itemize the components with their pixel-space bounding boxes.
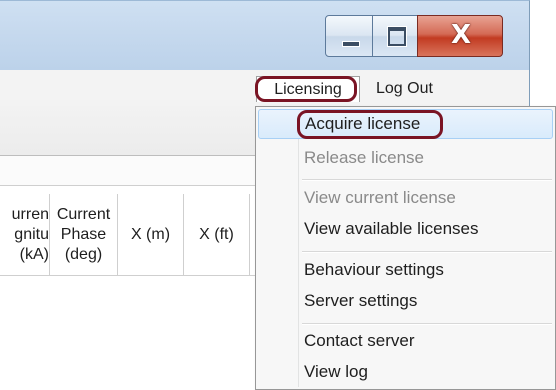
close-icon: X — [450, 20, 472, 50]
menu-bar: Licensing Log Out — [0, 70, 530, 106]
menu-item-contact-server[interactable]: Contact server — [258, 326, 553, 356]
minimize-icon — [342, 41, 360, 47]
menu-item-server-settings[interactable]: Server settings — [258, 286, 553, 316]
menu-licensing-label: Licensing — [274, 81, 342, 98]
menu-item-behaviour-settings[interactable]: Behaviour settings — [258, 255, 553, 285]
minimize-button[interactable] — [325, 15, 373, 57]
menu-item-view-log[interactable]: View log — [258, 357, 553, 387]
close-button[interactable]: X — [417, 15, 503, 57]
menu-separator — [302, 251, 552, 253]
column-header-current-magnitude[interactable]: urren gnitu (kA) — [0, 194, 50, 276]
window-controls: X — [325, 15, 503, 57]
menu-item-release-license[interactable]: Release license — [258, 143, 553, 173]
menu-separator — [302, 179, 552, 181]
maximize-button[interactable] — [372, 15, 418, 57]
licensing-dropdown-menu: Acquire license Release license View cur… — [255, 106, 556, 390]
grid-header-row: urren gnitu (kA) Current Phase (deg) X (… — [0, 194, 260, 276]
column-header-x-ft[interactable]: X (ft) — [184, 194, 250, 276]
maximize-icon — [388, 27, 406, 46]
menu-item-view-current-license[interactable]: View current license — [258, 183, 553, 213]
menu-item-view-available-licenses[interactable]: View available licenses — [258, 214, 553, 244]
column-header-current-phase[interactable]: Current Phase (deg) — [50, 194, 118, 276]
menu-separator — [302, 323, 552, 325]
window-titlebar: X — [0, 0, 530, 70]
menu-item-acquire-license[interactable]: Acquire license — [258, 109, 553, 139]
column-header-x-m[interactable]: X (m) — [118, 194, 184, 276]
menu-logout[interactable]: Log Out — [368, 76, 458, 102]
menu-licensing[interactable]: Licensing — [256, 76, 360, 102]
